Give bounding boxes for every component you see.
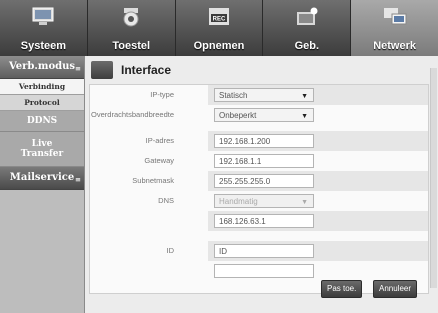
bandwidth-select[interactable]: Onbeperkt ▼ bbox=[214, 108, 314, 122]
expand-icon: ≡ bbox=[75, 64, 81, 73]
app-window: Systeem Toestel REC Opnemen Geb. Netwerk… bbox=[0, 0, 438, 313]
ip-type-label: IP-type bbox=[150, 90, 174, 99]
sidebar-item-label: Mailservice bbox=[9, 172, 75, 183]
dns-server-row: 168.126.63.1 bbox=[90, 211, 428, 231]
tab-systeem[interactable]: Systeem bbox=[0, 0, 88, 56]
dns-mode-select[interactable]: Handmatig ▼ bbox=[214, 194, 314, 208]
sidebar-item-live-transfer[interactable]: Live Transfer bbox=[0, 132, 84, 167]
dns-label: DNS bbox=[158, 196, 174, 205]
sidebar-subitem-protocol[interactable]: Protocol bbox=[0, 95, 84, 111]
page-header: Interface bbox=[91, 61, 171, 79]
id-input[interactable]: ID bbox=[214, 244, 314, 258]
sidebar-item-label: Verb.modus bbox=[8, 61, 76, 72]
sidebar: Verb.modus ≡ Verbinding Protocol DDNS Li… bbox=[0, 56, 85, 313]
password-input[interactable] bbox=[214, 264, 314, 278]
bandwidth-value: Onbeperkt bbox=[219, 111, 257, 120]
ip-type-select[interactable]: Statisch ▼ bbox=[214, 88, 314, 102]
tab-label: Netwerk bbox=[373, 40, 416, 52]
tab-label: Geb. bbox=[294, 40, 320, 52]
chevron-down-icon: ▼ bbox=[301, 199, 308, 206]
ip-address-input[interactable]: 192.168.1.200 bbox=[214, 134, 314, 148]
content-area: Interface IP-type Statisch ▼ Overdrachts… bbox=[85, 56, 438, 313]
subnet-row: Subnetmask 255.255.255.0 bbox=[90, 171, 428, 191]
interface-form: IP-type Statisch ▼ Overdrachtsbandbreedt… bbox=[89, 84, 429, 294]
live-line-1: Live bbox=[31, 139, 53, 149]
svg-text:REC: REC bbox=[213, 17, 226, 23]
sidebar-subitem-verbinding[interactable]: Verbinding bbox=[0, 79, 84, 95]
gateway-input[interactable]: 192.168.1.1 bbox=[214, 154, 314, 168]
bandwidth-label: Overdrachtsbandbreedte bbox=[91, 110, 174, 119]
sidebar-item-ddns[interactable]: DDNS bbox=[0, 111, 84, 132]
top-tab-bar: Systeem Toestel REC Opnemen Geb. Netwerk bbox=[0, 0, 438, 56]
ip-address-row: IP-adres 192.168.1.200 bbox=[90, 131, 428, 151]
subnet-input[interactable]: 255.255.255.0 bbox=[214, 174, 314, 188]
live-line-2: Transfer bbox=[20, 149, 64, 159]
tab-gebeurtenis[interactable]: Geb. bbox=[263, 0, 352, 56]
cancel-button[interactable]: Annuleer bbox=[373, 280, 418, 298]
apply-button[interactable]: Pas toe. bbox=[321, 280, 363, 298]
dns-server-input[interactable]: 168.126.63.1 bbox=[214, 214, 314, 228]
id-label: ID bbox=[166, 246, 175, 255]
tab-label: Systeem bbox=[20, 40, 67, 52]
chevron-down-icon: ▼ bbox=[301, 113, 308, 120]
sidebar-item-label: Live Transfer bbox=[21, 139, 64, 159]
network-icon bbox=[383, 8, 407, 25]
ip-address-label: IP-adres bbox=[145, 136, 174, 145]
id-row: ID ID bbox=[90, 241, 428, 261]
tab-opnemen[interactable]: REC Opnemen bbox=[176, 0, 264, 56]
subnet-label: Subnetmask bbox=[132, 176, 174, 185]
rec-icon: REC bbox=[208, 8, 229, 25]
tab-label: Toestel bbox=[112, 40, 151, 52]
dns-mode-value: Handmatig bbox=[219, 197, 258, 206]
chevron-down-icon: ▼ bbox=[301, 93, 308, 100]
bandwidth-row: Overdrachtsbandbreedte Onbeperkt ▼ bbox=[90, 105, 428, 125]
dns-row: DNS Handmatig ▼ bbox=[90, 191, 428, 211]
sidebar-item-mailservice[interactable]: Mailservice ≡ bbox=[0, 167, 84, 190]
ip-type-row: IP-type Statisch ▼ bbox=[90, 85, 428, 105]
ip-type-value: Statisch bbox=[219, 91, 248, 100]
sidebar-item-verb-modus[interactable]: Verb.modus ≡ bbox=[0, 56, 84, 79]
tab-netwerk[interactable]: Netwerk bbox=[351, 0, 438, 56]
gateway-row: Gateway 192.168.1.1 bbox=[90, 151, 428, 171]
tab-label: Opnemen bbox=[193, 40, 245, 52]
page-title: Interface bbox=[121, 63, 172, 77]
tab-toestel[interactable]: Toestel bbox=[88, 0, 176, 56]
scrollbar[interactable] bbox=[430, 68, 437, 288]
monitor-icon bbox=[32, 7, 54, 25]
expand-icon: ≡ bbox=[75, 175, 81, 184]
gateway-label: Gateway bbox=[144, 156, 174, 165]
event-icon bbox=[296, 7, 318, 25]
password-row bbox=[90, 261, 428, 281]
interface-icon bbox=[91, 61, 113, 79]
camera-icon bbox=[123, 8, 139, 27]
